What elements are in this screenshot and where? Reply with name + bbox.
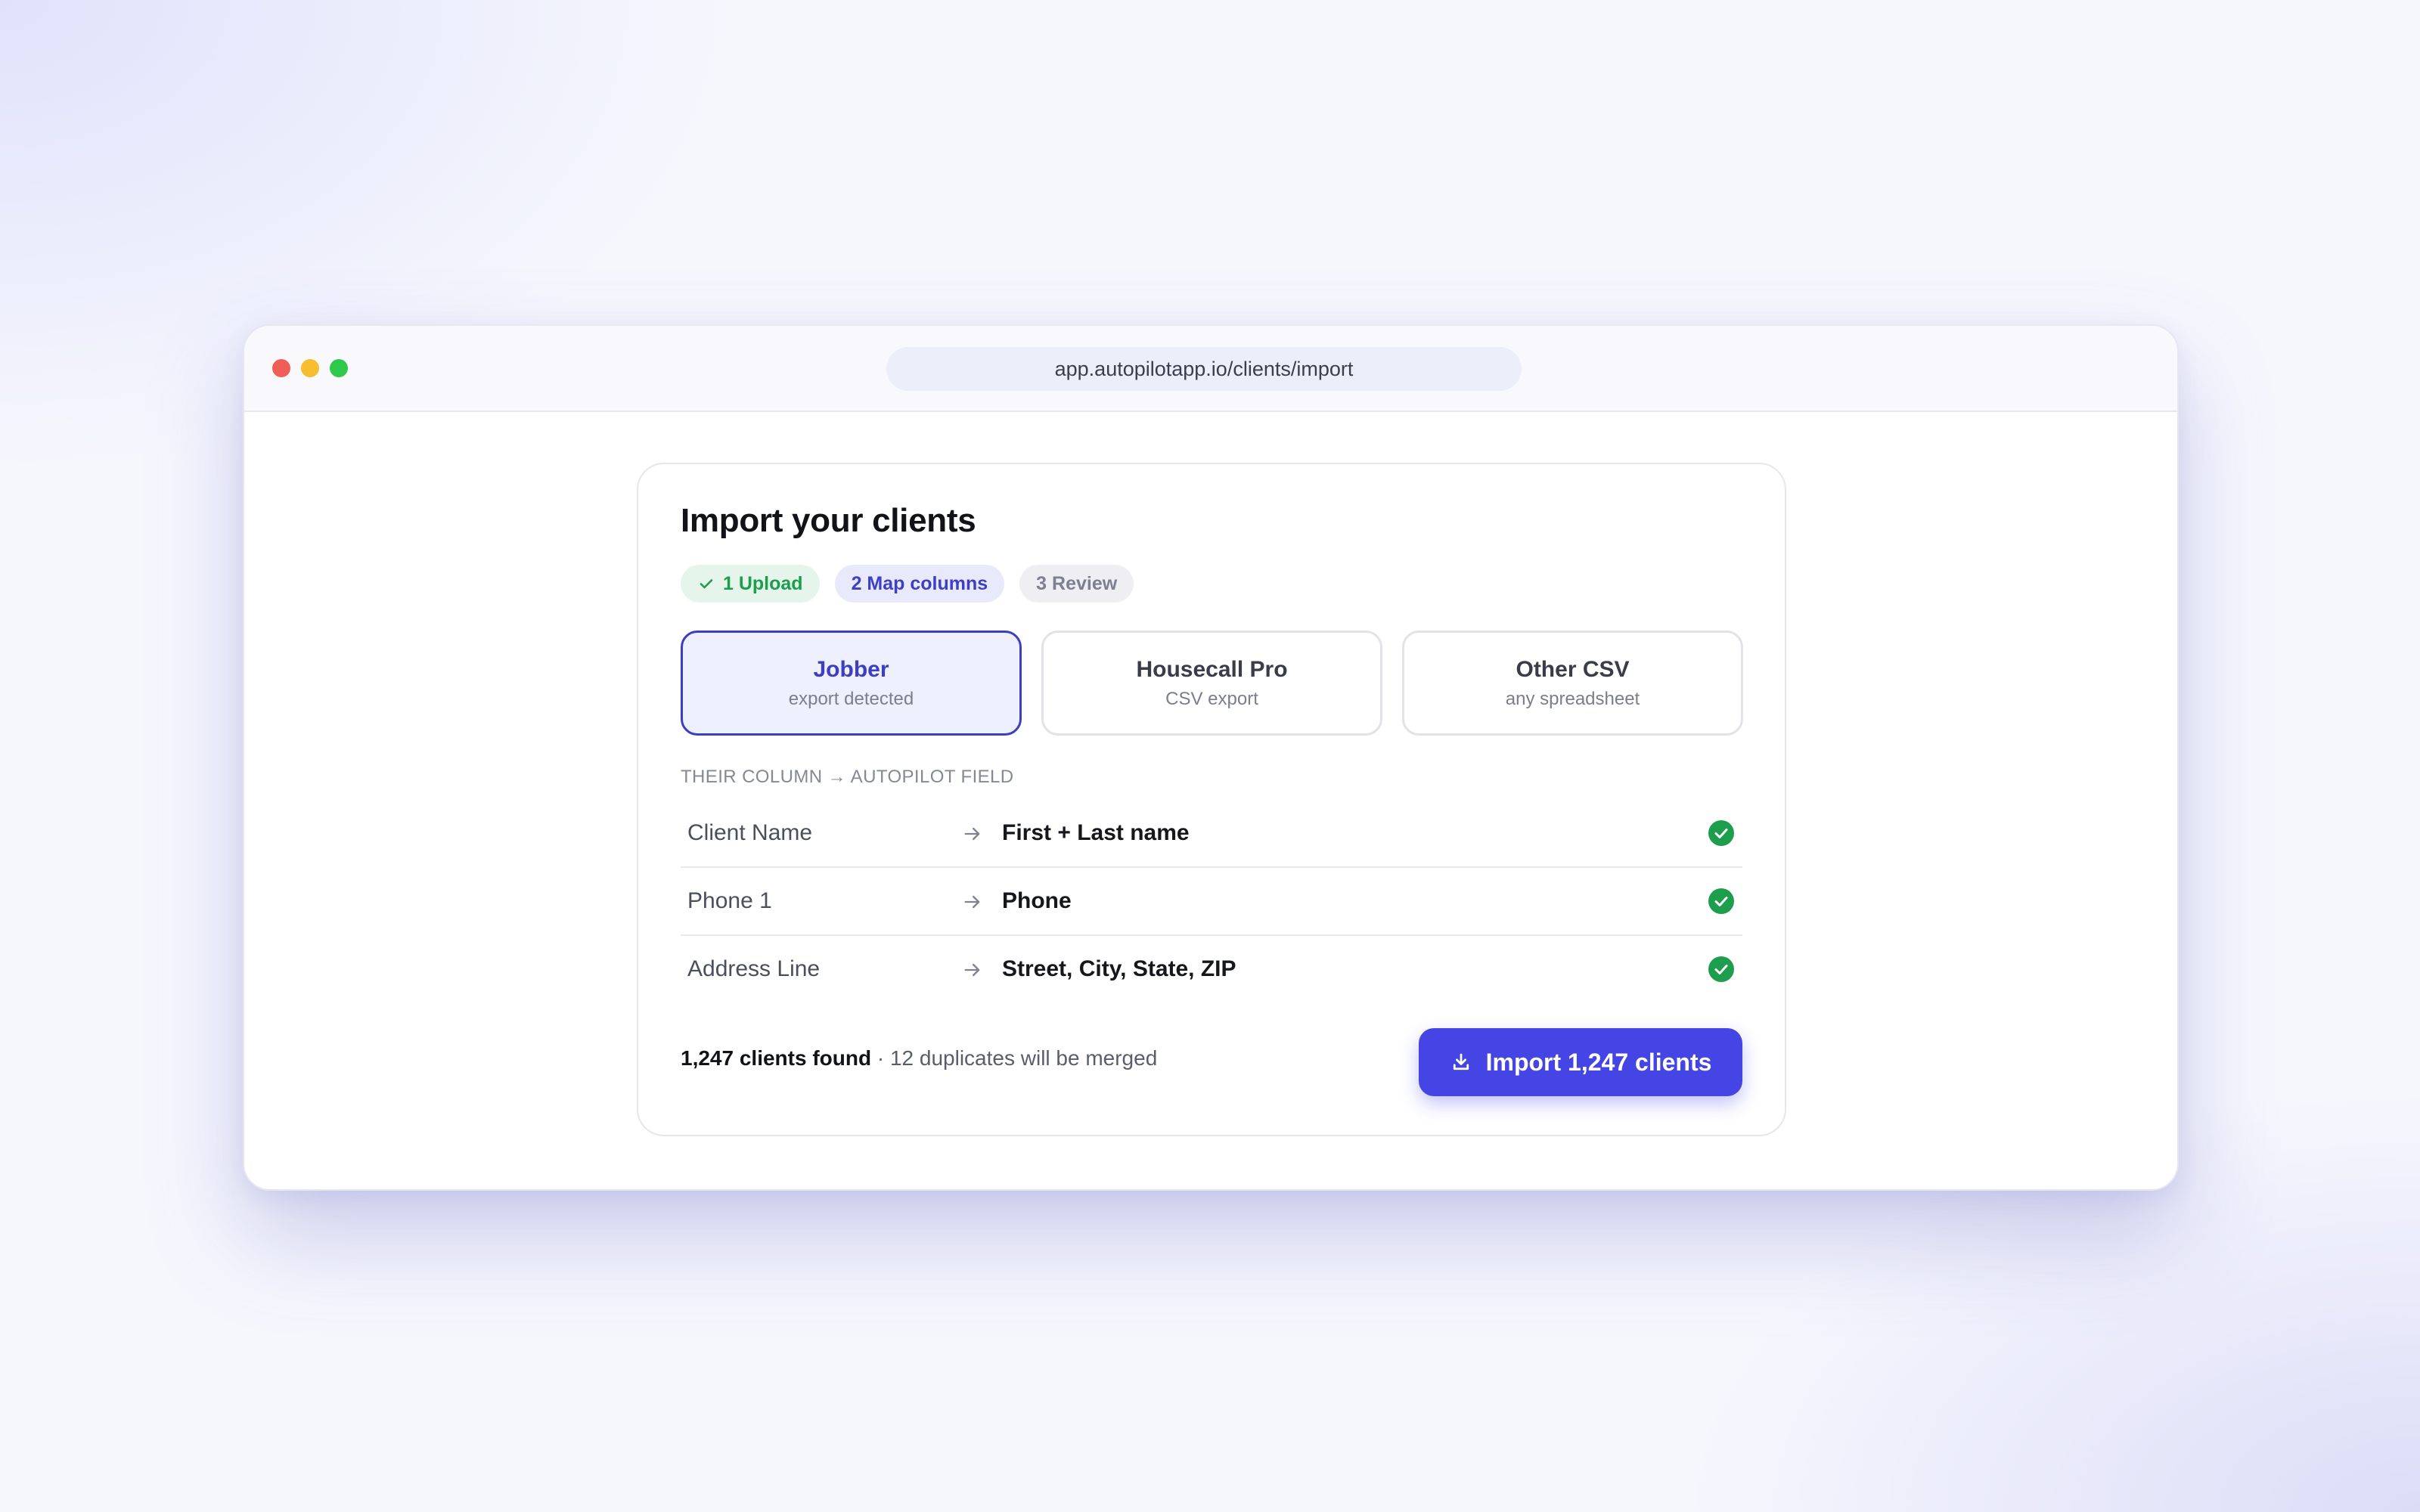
import-clients-button[interactable]: Import 1,247 clients (1419, 1028, 1742, 1096)
clients-found-count: 1,247 clients found (681, 1046, 872, 1070)
import-button-label: Import 1,247 clients (1485, 1048, 1712, 1076)
import-summary: 1,247 clients found · 12 duplicates will… (681, 1046, 1157, 1070)
page-title: Import your clients (681, 502, 976, 539)
stepper: 1 Upload 2 Map columns 3 Review (681, 565, 1134, 603)
mapping-table: Client Name First + Last name Phone 1 Ph… (681, 800, 1742, 1002)
check-icon (700, 579, 713, 589)
import-card: Import your clients 1 Upload 2 Map colum… (637, 463, 1786, 1136)
autopilot-field: Street, City, State, ZIP (1002, 956, 1236, 981)
arrow-right-icon (964, 963, 980, 977)
summary-separator: · (871, 1046, 890, 1070)
duplicates-note: 12 duplicates will be merged (889, 1046, 1158, 1070)
source-options: Jobber export detected Housecall Pro CSV… (681, 631, 1743, 736)
mapping-header: THEIR COLUMN → AUTOPILOT FIELD (681, 767, 1014, 787)
browser-window: app.autopilotapp.io/clients/import Impor… (243, 324, 2179, 1191)
arrow-right-icon (964, 895, 980, 909)
address-bar[interactable]: app.autopilotapp.io/clients/import (886, 347, 1522, 391)
maximize-window-button[interactable] (330, 359, 348, 377)
source-subtitle: export detected (788, 688, 914, 709)
autopilot-field: Phone (1002, 888, 1072, 913)
their-column: Phone 1 (687, 888, 772, 913)
arrow-right-icon (964, 827, 980, 841)
source-name: Housecall Pro (1136, 656, 1288, 682)
step-label: 2 Map columns (851, 572, 988, 594)
download-icon (1453, 1053, 1469, 1070)
check-circle-icon (1708, 888, 1734, 914)
browser-titlebar: app.autopilotapp.io/clients/import (244, 326, 2177, 412)
source-name: Other CSV (1516, 656, 1630, 682)
step-label: 3 Review (1036, 572, 1118, 594)
step-review[interactable]: 3 Review (1019, 565, 1134, 603)
source-name: Jobber (813, 656, 889, 682)
mapping-row[interactable]: Phone 1 Phone (681, 868, 1742, 936)
minimize-window-button[interactable] (301, 359, 319, 377)
step-label: 1 Upload (723, 572, 803, 594)
source-subtitle: any spreadsheet (1505, 688, 1640, 709)
mapping-row[interactable]: Address Line Street, City, State, ZIP (681, 936, 1742, 1002)
url-text: app.autopilotapp.io/clients/import (1054, 357, 1354, 380)
step-map-columns[interactable]: 2 Map columns (834, 565, 1005, 603)
source-subtitle: CSV export (1165, 688, 1258, 709)
autopilot-field: First + Last name (1002, 820, 1190, 845)
their-column: Address Line (687, 956, 821, 981)
check-circle-icon (1708, 820, 1734, 846)
close-window-button[interactable] (272, 359, 290, 377)
mapping-row[interactable]: Client Name First + Last name (681, 800, 1742, 868)
check-circle-icon (1708, 956, 1734, 982)
source-other-csv[interactable]: Other CSV any spreadsheet (1402, 631, 1743, 736)
their-column: Client Name (687, 820, 813, 845)
source-housecall-pro[interactable]: Housecall Pro CSV export (1041, 631, 1382, 736)
step-upload[interactable]: 1 Upload (681, 565, 820, 603)
source-jobber[interactable]: Jobber export detected (681, 631, 1022, 736)
